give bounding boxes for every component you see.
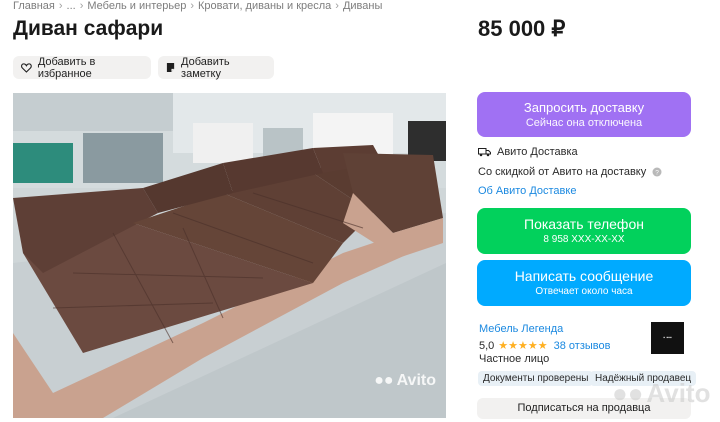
rating-stars-icon: ★★★★★ [498,340,548,352]
avito-watermark: ●● Avito [374,372,436,390]
breadcrumb-separator: › [190,0,195,12]
write-message-title: Написать сообщение [514,268,654,284]
listing-title: Диван сафари [13,17,164,40]
heart-icon [21,63,32,73]
breadcrumb-separator: › [58,0,63,12]
breadcrumb-sofas[interactable]: Диваны [343,0,382,12]
breadcrumb: Главная ›... › Мебель и интерьер › Кровати, д… [13,0,382,12]
breadcrumb-separator: › [79,0,84,12]
seller-name-link[interactable]: Мебель Легенда [479,323,563,335]
svg-text:?: ? [655,169,659,176]
seller-rating-value: 5,0 [479,339,495,352]
help-icon[interactable]: ? [652,167,662,177]
add-note-label: Добавить заметку [181,55,230,80]
listing-price: 85 000 ₽ [478,16,566,41]
show-phone-number: 8 958 XXX-XX-XX [543,234,625,245]
truck-icon [478,148,491,157]
avito-corner-watermark: ●● Avito [612,378,710,409]
breadcrumb-separator: › [335,0,339,12]
delivery-discount-row: Со скидкой от Авито на доставку ? [478,166,662,178]
avito-corner-watermark-text: Avito [646,378,711,408]
add-note-button[interactable]: Добавить заметку [158,55,274,80]
avito-logo-icon: ●● [374,372,394,389]
breadcrumb-ellipsis[interactable]: ... [67,0,76,12]
seller-reviews-link[interactable]: 38 отзывов [554,340,611,352]
avito-delivery-row: Авито Доставка [478,146,578,158]
add-to-favorites-label: Добавить в избранное [37,55,96,80]
request-delivery-title: Запросить доставку [523,100,645,115]
seller-rating-row: 5,0 ★★★★★ 38 отзывов [479,339,611,353]
avito-delivery-label: Авито Доставка [497,146,578,158]
show-phone-title: Показать телефон [524,216,644,232]
documents-verified-badge: Документы проверены [478,371,594,386]
show-phone-button[interactable]: Показать телефон 8 958 XXX-XX-XX [477,208,691,254]
seller-avatar[interactable]: ▪ ▪▪▪ [651,322,684,354]
request-delivery-subtitle: Сейчас она отключена [525,117,643,129]
add-to-favorites-button[interactable]: Добавить в избранное [13,55,151,80]
request-delivery-button[interactable]: Запросить доставку Сейчас она отключена [477,92,691,137]
avito-watermark-text: Avito [396,372,436,389]
delivery-discount-label: Со скидкой от Авито на доставку [478,166,647,178]
listing-photo[interactable]: ●● Avito [13,93,446,418]
breadcrumb-home[interactable]: Главная [13,0,55,12]
write-message-button[interactable]: Написать сообщение Отвечает около часа [477,260,691,306]
write-message-subtitle: Отвечает около часа [535,286,633,297]
breadcrumb-furniture[interactable]: Мебель и интерьер [87,0,186,12]
avito-corner-logo-icon: ●● [612,378,644,408]
seller-type: Частное лицо [479,353,550,365]
note-icon [166,62,175,73]
sofa-photo-illustration [13,93,446,418]
breadcrumb-beds-sofas[interactable]: Кровати, диваны и кресла [198,0,331,12]
seller-logo-icon: ▪ ▪▪▪ [663,335,672,341]
about-avito-delivery-link[interactable]: Об Авито Доставке [478,185,576,197]
